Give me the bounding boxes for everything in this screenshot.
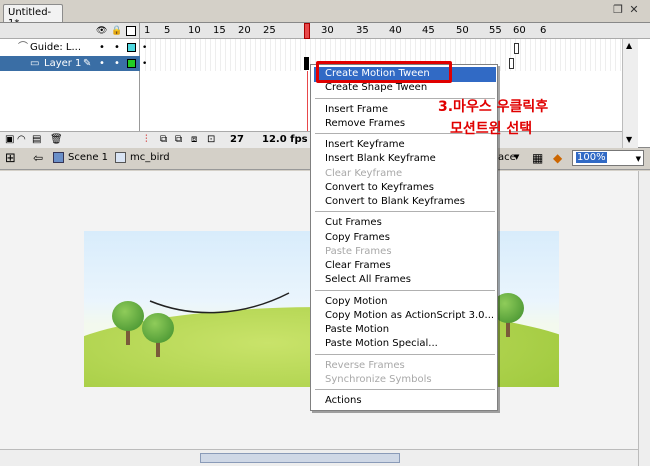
context-menu-item: Reverse Frames [325,359,405,371]
frame-number: 40 [389,25,402,36]
annotation-line1: 3.마우스 우클릭후 [438,99,549,115]
movieclip-icon [115,152,126,163]
frame-number: 30 [321,25,334,36]
frame-number: 5 [164,25,171,36]
center-frame-icon[interactable]: ⫶ [145,134,148,145]
context-menu-item[interactable]: Paste Motion Special... [325,337,438,351]
stage-vertical-scrollbar[interactable] [638,171,650,466]
menu-separator [315,353,495,355]
frame-number: 60 [513,25,526,36]
layer-name: Guide: L... [30,42,82,53]
edit-multiple-icon[interactable]: ⧈ [191,134,197,145]
document-tab-bar: Untitled-1* ❐ ✕ [0,0,650,29]
end-frame-marker[interactable] [514,43,519,54]
context-menu-item: Paste Frames [325,245,392,257]
close-icon[interactable]: ✕ [628,3,640,16]
onion-skin-icon[interactable]: ⧉ [160,134,167,145]
context-menu-item[interactable]: Clear Frames [325,259,391,273]
pencil-icon: ✎ [83,58,92,69]
layer-name: Layer 1 [44,58,82,69]
selected-frame[interactable] [304,57,309,70]
document-tab[interactable]: Untitled-1* [3,4,63,29]
visibility-dot[interactable]: • [99,56,105,71]
lock-dot[interactable]: • [114,56,120,71]
breadcrumb-scene[interactable]: Scene 1 [68,152,108,163]
timeline-toggle-icon[interactable]: ⊞ [5,151,16,166]
context-menu-item[interactable]: Select All Frames [325,273,411,287]
highlight-callout-box [316,61,452,83]
frame-rate: 12.0 fps [262,134,308,145]
frame-number: 55 [489,25,502,36]
edit-symbols-icon[interactable]: ▦ [532,151,543,165]
layer-row-layer1[interactable]: ▭ Layer 1 ✎ • • [0,56,140,71]
frame-number: 10 [188,25,201,36]
onion-outline-icon[interactable]: ⧉ [175,134,182,145]
context-menu-item[interactable]: Copy Motion as ActionScript 3.0... [325,309,494,323]
frame-number: 35 [356,25,369,36]
guide-layer-icon: ⌒ [18,42,28,53]
context-menu-item[interactable]: Copy Motion [325,295,387,309]
menu-separator [315,389,495,390]
timeline-vertical-scrollbar[interactable]: ▲ ▼ [622,39,638,149]
visibility-dot[interactable]: • [99,40,105,55]
dropdown-arrow-icon[interactable]: ▼ [514,153,519,161]
frame-number: 20 [238,25,251,36]
context-menu-item: Synchronize Symbols [325,373,432,385]
zoom-dropdown-icon[interactable]: ▼ [636,152,641,166]
keyframe-dot[interactable]: • [142,43,147,53]
context-menu-item[interactable]: Insert Frame [325,103,388,117]
scroll-down-icon[interactable]: ▼ [626,135,632,144]
context-menu-item[interactable]: Insert Keyframe [325,138,405,152]
layer-color-swatch[interactable] [127,59,136,68]
frame-number: 15 [213,25,226,36]
menu-separator [315,289,495,291]
layer-row-guide[interactable]: ⌒ Guide: L... • • [0,40,140,55]
context-menu-item: Clear Keyframe [325,167,403,179]
context-menu-item[interactable]: Convert to Keyframes [325,181,434,195]
edit-scene-icon[interactable]: ◆ [553,151,562,165]
back-arrow-icon[interactable]: ⇦ [33,151,43,165]
context-menu-item[interactable]: Copy Frames [325,231,390,245]
add-folder-icon[interactable]: ▤ [32,134,41,145]
stage-horizontal-scrollbar[interactable] [0,449,638,466]
context-menu-item[interactable]: Insert Blank Keyframe [325,152,436,166]
frame-number: 25 [263,25,276,36]
onion-markers-icon[interactable]: ⊡ [207,134,215,145]
restore-icon[interactable]: ❐ [612,3,624,16]
breadcrumb-symbol[interactable]: mc_bird [130,152,170,163]
scroll-thumb[interactable] [200,453,400,463]
context-menu-item[interactable]: Remove Frames [325,117,405,131]
delete-layer-icon[interactable]: 🗑 [50,134,63,145]
add-layer-icon[interactable]: ▣ [5,134,14,145]
lock-dot[interactable]: • [114,40,120,55]
frame-number: 1 [144,25,151,36]
context-menu-item[interactable]: Paste Motion [325,323,389,337]
scene-icon [53,152,64,163]
context-menu: Create Motion Tween Create Shape Tween Ins… [310,64,498,411]
zoom-field[interactable]: 100% ▼ [572,150,644,166]
context-menu-item[interactable]: Create Shape Tween [325,81,427,95]
context-menu-item[interactable]: Convert to Blank Keyframes [325,195,465,209]
current-frame: 27 [230,134,244,145]
playhead[interactable] [304,23,310,39]
frame-number: 50 [456,25,469,36]
context-menu-item[interactable]: Actions [325,394,362,408]
frame-number: 6 [540,25,547,36]
menu-separator [315,211,495,213]
layer-color-swatch[interactable] [127,43,136,52]
context-menu-item[interactable]: Cut Frames [325,216,382,230]
annotation-line2: 모션트윈 선택 [450,121,533,137]
scroll-up-icon[interactable]: ▲ [626,41,632,50]
zoom-value: 100% [576,152,607,163]
add-guide-icon[interactable]: ◠ [17,134,26,145]
keyframe-dot[interactable]: • [142,59,147,69]
end-frame-marker[interactable] [509,58,514,69]
layer-icon: ▭ [30,58,40,69]
frame-number: 45 [422,25,435,36]
